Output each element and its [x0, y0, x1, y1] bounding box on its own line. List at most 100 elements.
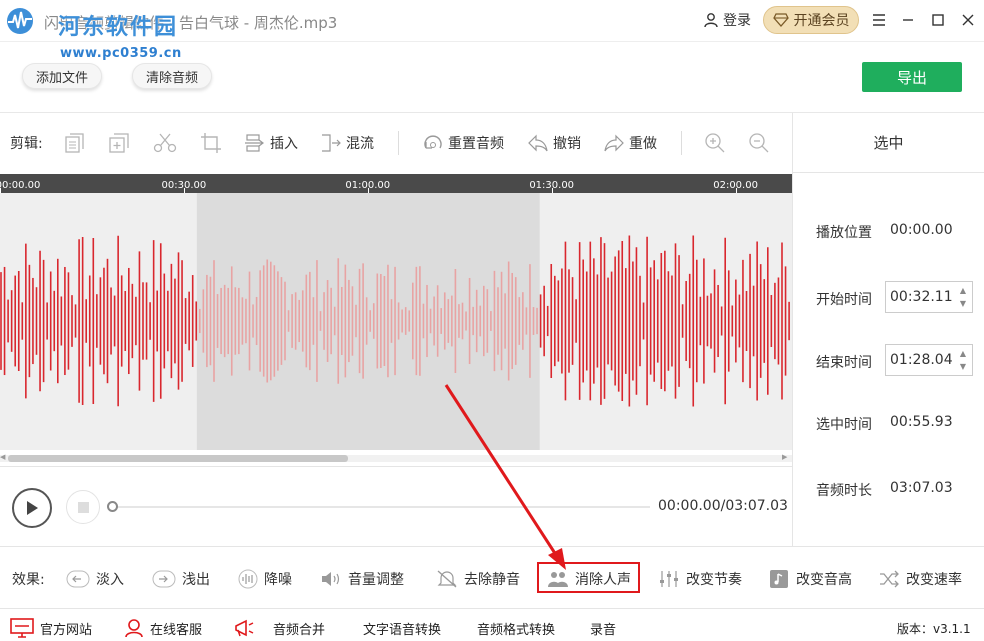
- change-speed-button[interactable]: 改变速率: [878, 568, 962, 590]
- start-time-value: 00:32.11: [890, 289, 953, 305]
- format-link[interactable]: 音频格式转换: [477, 618, 555, 638]
- zoom-out-button[interactable]: [748, 132, 770, 154]
- service-label: 在线客服: [150, 622, 203, 638]
- watermark-url: www.pc0359.cn: [60, 46, 182, 61]
- fade-in-button[interactable]: 淡入: [66, 568, 124, 590]
- ruler-tick-label: 00:00.00: [0, 180, 41, 191]
- website-link[interactable]: 官方网站: [10, 618, 92, 638]
- scroll-left-icon[interactable]: ◀: [0, 453, 5, 461]
- change-tempo-button[interactable]: 改变节奏: [658, 568, 742, 590]
- toolbar-divider: [681, 131, 682, 155]
- diamond-icon: [772, 13, 789, 27]
- start-time-input[interactable]: 00:32.11 ▲ ▼: [885, 281, 973, 313]
- mix-button[interactable]: 混流: [320, 132, 374, 154]
- fade-out-button[interactable]: 浅出: [152, 568, 210, 590]
- record-link[interactable]: 录音: [590, 618, 616, 638]
- undo-button[interactable]: 撤销: [527, 132, 581, 154]
- play-position-value: 00:00.00: [890, 222, 953, 238]
- version-text: 版本：v3.1.1: [897, 621, 971, 636]
- title-bar: 闪电音频剪辑软件 - 告白气球 - 周杰伦.mp3 河东软件园 登录 开通会员: [0, 0, 984, 42]
- time-display: 00:00.00/03:07.03: [658, 498, 788, 514]
- spin-up-icon[interactable]: ▲: [960, 349, 966, 358]
- crop-button[interactable]: [200, 132, 222, 154]
- mute-bell-icon: [437, 570, 457, 588]
- zoom-in-icon: [705, 133, 725, 153]
- play-button[interactable]: [12, 488, 52, 528]
- transport-bar: 00:00.00/03:07.03: [0, 466, 792, 546]
- scroll-right-icon[interactable]: ▶: [782, 453, 787, 461]
- duration-value: 03:07.03: [890, 480, 953, 496]
- volume-icon: [322, 572, 340, 586]
- people-icon: [548, 572, 568, 587]
- login-button[interactable]: 登录: [703, 10, 751, 30]
- waveform: [0, 193, 790, 450]
- maximize-button[interactable]: [928, 10, 948, 30]
- playback-knob[interactable]: [107, 501, 118, 512]
- fade-out-label: 浅出: [182, 572, 210, 588]
- clear-audio-button[interactable]: 清除音频: [132, 63, 212, 89]
- timeline-ruler[interactable]: [0, 174, 792, 193]
- copy-button[interactable]: [64, 132, 86, 154]
- change-pitch-label: 改变音高: [796, 572, 852, 588]
- add-file-button[interactable]: 添加文件: [22, 63, 102, 89]
- vip-button[interactable]: 开通会员: [763, 6, 859, 34]
- zoom-in-button[interactable]: [704, 132, 726, 154]
- selection-region[interactable]: [196, 193, 540, 450]
- fade-in-icon: [66, 570, 90, 588]
- effects-label: 效果:: [12, 572, 45, 588]
- ruler-tick-mark: [735, 188, 737, 193]
- service-link[interactable]: 在线客服: [124, 618, 202, 638]
- crop-icon: [201, 133, 221, 153]
- remove-vocals-button[interactable]: 消除人声: [547, 568, 631, 590]
- minimize-button[interactable]: [898, 10, 918, 30]
- merge-label: 音频合并: [273, 622, 326, 638]
- spin-down-icon[interactable]: ▼: [960, 299, 966, 308]
- fade-out-icon: [152, 570, 176, 588]
- volume-label: 音量调整: [348, 572, 404, 588]
- remove-vocals-label: 消除人声: [575, 572, 631, 588]
- playback-track[interactable]: [112, 506, 650, 508]
- insert-icon: [245, 134, 264, 152]
- reset-audio-button[interactable]: 重置音频: [422, 132, 504, 154]
- selected-time-value: 00:55.93: [890, 414, 953, 430]
- denoise-label: 降噪: [264, 572, 292, 588]
- watermark-text: 河东软件园: [58, 15, 179, 40]
- cut-button[interactable]: [153, 132, 177, 154]
- merge-link[interactable]: 音频合并: [233, 618, 325, 638]
- remove-silence-label: 去除静音: [464, 572, 520, 588]
- redo-button[interactable]: 重做: [603, 132, 657, 154]
- paste-button[interactable]: [108, 132, 130, 154]
- close-icon: [962, 14, 974, 26]
- menu-button[interactable]: [869, 10, 889, 30]
- export-button[interactable]: 导出: [862, 62, 962, 92]
- horizontal-scrollbar[interactable]: ◀ ▶: [0, 450, 792, 466]
- waveform-area[interactable]: [0, 193, 792, 450]
- zoom-out-icon: [749, 133, 769, 153]
- end-time-input[interactable]: 01:28.04 ▲ ▼: [885, 344, 973, 376]
- scrollbar-thumb[interactable]: [8, 455, 348, 462]
- tts-link[interactable]: 文字语音转换: [363, 618, 441, 638]
- login-label: 登录: [723, 13, 751, 29]
- change-pitch-button[interactable]: 改变音高: [768, 568, 852, 590]
- stop-button[interactable]: [66, 490, 100, 524]
- reset-icon: [424, 135, 442, 149]
- undo-icon: [528, 134, 548, 152]
- volume-button[interactable]: 音量调整: [320, 568, 404, 590]
- play-position-label: 播放位置: [816, 225, 872, 241]
- denoise-button[interactable]: 降噪: [238, 568, 292, 590]
- edit-label: 剪辑:: [10, 136, 43, 152]
- insert-button[interactable]: 插入: [244, 132, 298, 154]
- megaphone-icon: [235, 619, 254, 637]
- redo-icon: [604, 134, 624, 152]
- toolbar-divider: [398, 131, 399, 155]
- spin-up-icon[interactable]: ▲: [960, 286, 966, 295]
- reset-label: 重置音频: [448, 136, 504, 152]
- paste-icon: [109, 133, 129, 153]
- redo-label: 重做: [629, 136, 657, 152]
- spin-down-icon[interactable]: ▼: [960, 362, 966, 371]
- stop-icon: [77, 501, 89, 513]
- remove-silence-button[interactable]: 去除静音: [436, 568, 520, 590]
- close-button[interactable]: [958, 10, 978, 30]
- end-time-label: 结束时间: [816, 355, 872, 371]
- ruler-tick-mark: [0, 188, 1, 193]
